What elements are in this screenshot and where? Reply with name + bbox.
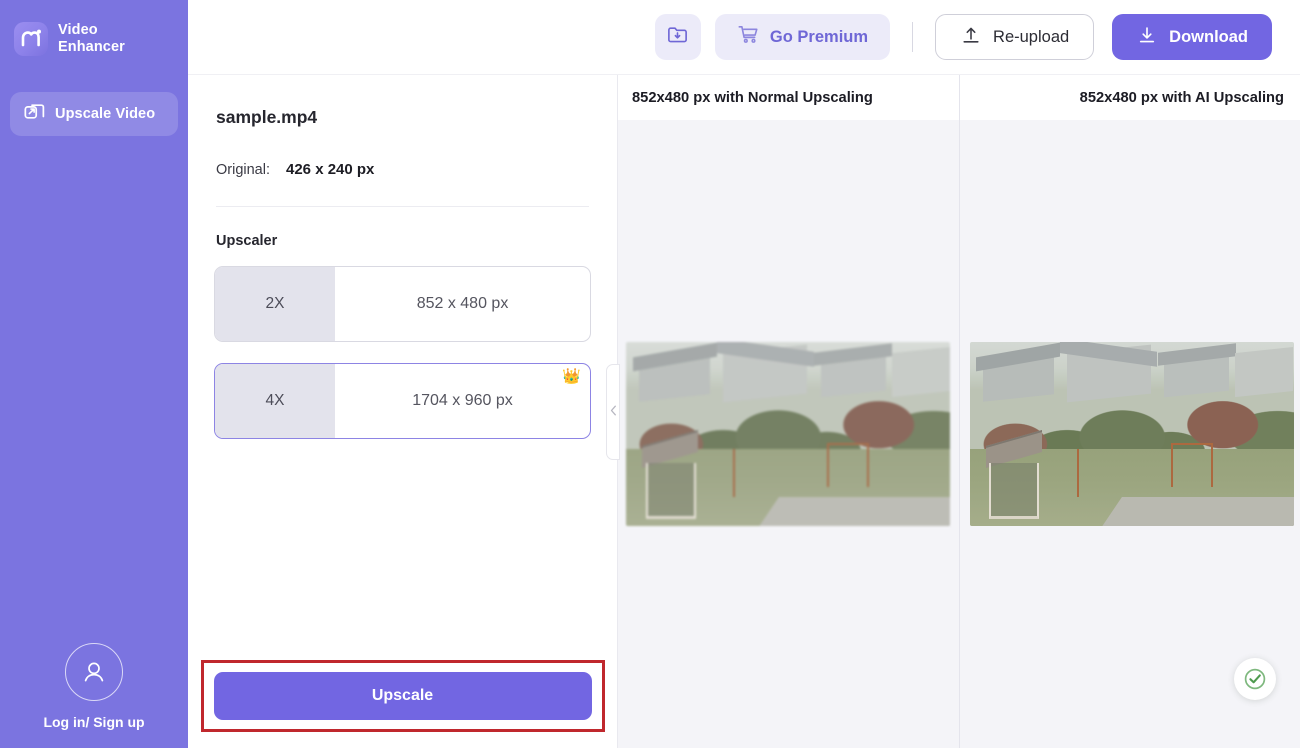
settings-panel: sample.mp4 Original: 426 x 240 px Upscal… xyxy=(188,75,618,748)
sidebar-item-upscale-video[interactable]: Upscale Video xyxy=(10,92,178,136)
brand-line-2: Enhancer xyxy=(58,39,125,56)
brand-name: Video Enhancer xyxy=(58,22,125,56)
login-signup-label: Log in/ Sign up xyxy=(43,714,144,730)
upscale-option-2x[interactable]: 2X 852 x 480 px xyxy=(214,266,591,342)
preview-title-normal: 852x480 px with Normal Upscaling xyxy=(618,75,959,120)
scene-gazebo-body xyxy=(989,463,1039,518)
upscale-option-4x[interactable]: 4X 1704 x 960 px 👑 xyxy=(214,363,591,439)
upscale-button-area: Upscale xyxy=(188,660,617,748)
option-dimensions: 1704 x 960 px xyxy=(335,364,590,438)
top-toolbar: Go Premium Re-upload xyxy=(188,0,1300,75)
go-premium-label: Go Premium xyxy=(770,28,868,47)
toolbar-divider xyxy=(912,22,913,52)
scene-goal-post-1 xyxy=(733,449,741,497)
m-logo-icon xyxy=(14,22,48,56)
main-area: Go Premium Re-upload xyxy=(188,0,1300,748)
preview-pane-normal: 852x480 px with Normal Upscaling xyxy=(618,75,959,748)
preview-image-normal[interactable] xyxy=(626,342,950,526)
option-dimensions: 852 x 480 px xyxy=(335,267,590,341)
original-label: Original: xyxy=(216,162,270,178)
app-root: Video Enhancer Upscale Video Log xyxy=(0,0,1300,748)
preview-pane-ai: 852x480 px with AI Upscaling xyxy=(959,75,1300,748)
folder-download-button[interactable] xyxy=(655,14,701,60)
folder-download-icon xyxy=(666,23,689,51)
preview-body-ai xyxy=(960,120,1300,748)
scene-goal-post-2 xyxy=(1171,443,1213,487)
upscaler-section-title: Upscaler xyxy=(216,233,617,249)
download-button[interactable]: Download xyxy=(1112,14,1272,60)
sidebar-item-label: Upscale Video xyxy=(55,106,155,122)
scene-goal-post-1 xyxy=(1077,449,1085,497)
green-check-circle-icon xyxy=(1234,658,1276,700)
user-avatar-icon xyxy=(65,643,123,701)
download-label: Download xyxy=(1169,28,1248,47)
file-name: sample.mp4 xyxy=(216,107,617,128)
preview-area: 852x480 px with Normal Upscaling xyxy=(618,75,1300,748)
upscale-icon xyxy=(24,101,45,127)
collapse-panel-handle[interactable] xyxy=(606,364,620,460)
upscale-button[interactable]: Upscale xyxy=(214,672,592,720)
preview-title-ai: 852x480 px with AI Upscaling xyxy=(960,75,1300,120)
download-arrow-icon xyxy=(1136,24,1158,51)
original-value: 426 x 240 px xyxy=(286,161,374,178)
brand-line-1: Video xyxy=(58,22,125,39)
divider xyxy=(216,206,589,207)
chevron-left-icon xyxy=(610,403,617,421)
scene-path xyxy=(759,497,950,526)
brand: Video Enhancer xyxy=(0,0,188,56)
upload-arrow-icon xyxy=(960,24,982,51)
preview-image-ai[interactable] xyxy=(970,342,1294,526)
sidebar: Video Enhancer Upscale Video Log xyxy=(0,0,188,748)
original-size-row: Original: 426 x 240 px xyxy=(216,161,617,178)
re-upload-label: Re-upload xyxy=(993,28,1069,47)
preview-body-normal xyxy=(618,120,959,748)
premium-crown-icon: 👑 xyxy=(562,369,581,384)
scene-gazebo-body xyxy=(646,463,696,518)
option-multiplier: 4X xyxy=(215,364,335,438)
re-upload-button[interactable]: Re-upload xyxy=(935,14,1094,60)
upscaler-options: 2X 852 x 480 px 4X 1704 x 960 px 👑 xyxy=(214,266,591,439)
login-signup-button[interactable]: Log in/ Sign up xyxy=(0,643,188,748)
scene-goal-post-2 xyxy=(827,443,869,487)
option-multiplier: 2X xyxy=(215,267,335,341)
go-premium-button[interactable]: Go Premium xyxy=(715,14,890,60)
shopping-cart-icon xyxy=(737,23,760,51)
upscale-button-highlight: Upscale xyxy=(201,660,605,732)
scene-path xyxy=(1102,497,1293,526)
body-row: sample.mp4 Original: 426 x 240 px Upscal… xyxy=(188,75,1300,748)
